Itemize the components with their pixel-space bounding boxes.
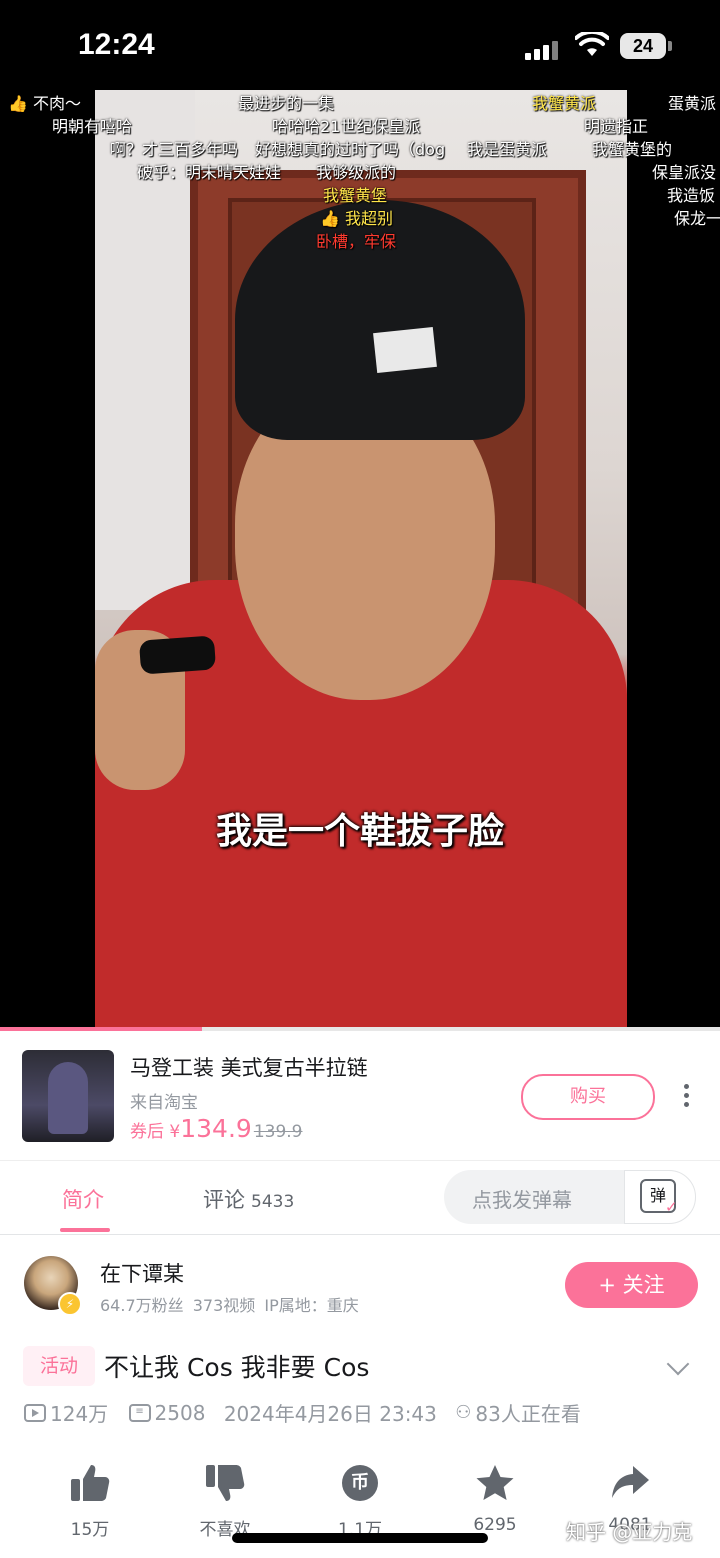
video-player[interactable]: 👍 不肉～ 最进步的一集 我蟹黄派 蛋黄派 明朝有嘻哈 哈哈哈21世纪保皇派 明… (0, 90, 720, 1030)
danmaku-item: 保皇派没 (652, 163, 717, 182)
thumbs-down-icon (206, 1465, 245, 1501)
star-icon (476, 1465, 514, 1500)
danmaku-item: 我是蛋黄派 (467, 140, 548, 159)
wifi-icon (575, 32, 609, 56)
danmaku-item: 保龙一 (674, 209, 720, 228)
danmaku-item: 我蟹黄堡 (323, 186, 388, 205)
more-options-icon[interactable] (678, 1084, 694, 1110)
uploader-row: ⚡ 在下谭某 64.7万粉丝 373视频 IP属地：重庆 + 关注 (0, 1240, 720, 1330)
danmaku-item: 好想想真的过时了吗（dog (255, 140, 446, 159)
product-price-row: 券后 ¥134.9 139.9 (130, 1114, 302, 1143)
publish-date: 2024年4月26日 23:43 (223, 1402, 437, 1426)
danmaku-item: 我够级派的 (316, 163, 397, 182)
video-meta-row: 124万 ≡ 2508 2024年4月26日 23:43 ⚇ 83人正在看 (24, 1398, 704, 1428)
thumbs-up-icon (71, 1465, 110, 1501)
danmaku-count: 2508 (154, 1400, 206, 1425)
fans-count: 64.7万粉丝 (100, 1296, 184, 1315)
verified-badge-icon: ⚡ (58, 1292, 82, 1316)
favorite-count: 6295 (473, 1515, 517, 1535)
viewers-icon: ⚇ (455, 1402, 472, 1423)
progress-fill (0, 1027, 202, 1031)
watching-count: 83人正在看 (475, 1402, 581, 1426)
danmaku-item: 哈哈哈21世纪保皇派 (272, 117, 421, 136)
danmaku-input[interactable]: 点我发弹幕 弹 ✓ (444, 1170, 696, 1224)
product-title[interactable]: 马登工装 美式复古半拉链 (130, 1052, 368, 1082)
hat-label (373, 326, 437, 374)
status-bar: 12:24 24 (0, 0, 720, 90)
product-source: 来自淘宝 (130, 1093, 198, 1113)
status-time: 12:24 (78, 28, 155, 61)
video-title: 不让我 Cos 我非要 Cos (104, 1353, 370, 1382)
danmaku-count-icon: ≡ (128, 1403, 151, 1422)
black-gadget (138, 635, 217, 675)
like-button[interactable]: 15万 (40, 1455, 140, 1540)
chevron-down-icon[interactable] (666, 1352, 690, 1376)
danmaku-item: 我造饭 (667, 186, 716, 205)
battery-nub (668, 41, 672, 51)
play-count: 124万 (50, 1402, 109, 1426)
video-subtitle: 我是一个鞋拔子脸 (215, 811, 504, 852)
zhihu-watermark: 知乎 @亚力克 (566, 1520, 693, 1544)
product-thumbnail[interactable] (22, 1050, 114, 1142)
product-price: 134.9 (180, 1114, 252, 1143)
video-count: 373视频 (192, 1296, 256, 1315)
danmaku-input-placeholder: 点我发弹幕 (472, 1188, 572, 1212)
battery-icon: 24 (620, 33, 666, 59)
danmaku-toggle-button[interactable]: 弹 ✓ (624, 1170, 696, 1224)
comments-count: 5433 (251, 1192, 295, 1212)
danmaku-item: 我蟹黄堡的 (592, 140, 673, 159)
play-count-icon (24, 1403, 46, 1422)
video-title-row[interactable]: 活动 不让我 Cos 我非要 Cos (0, 1342, 720, 1392)
buy-button[interactable]: 购买 (521, 1074, 655, 1120)
ip-location: IP属地：重庆 (264, 1296, 359, 1315)
danmaku-item: 明朝有嘻哈 (52, 117, 133, 136)
signal-icon (525, 38, 565, 60)
danmaku-item: 啊？才三百多年吗 (110, 140, 239, 159)
follow-button[interactable]: + 关注 (565, 1262, 698, 1308)
danmaku-item: 卧槽，牢保 (316, 232, 397, 251)
favorite-button[interactable]: 6295 (445, 1455, 545, 1535)
tab-intro[interactable]: 简介 (62, 1184, 104, 1214)
danmaku-item: 明遗指正 (584, 117, 649, 136)
like-count: 15万 (70, 1520, 110, 1540)
activity-tag[interactable]: 活动 (23, 1346, 95, 1386)
tab-bar: 简介 评论 5433 点我发弹幕 弹 ✓ (0, 1162, 720, 1235)
danmaku-item: 最进步的一集 (238, 94, 335, 113)
tab-comments[interactable]: 评论 5433 (203, 1184, 294, 1214)
video-progress-bar[interactable] (0, 1027, 720, 1031)
home-indicator[interactable] (232, 1533, 488, 1543)
coin-icon: 币 (342, 1465, 378, 1501)
tab-indicator (60, 1228, 110, 1232)
uploader-stats: 64.7万粉丝 373视频 IP属地：重庆 (100, 1292, 359, 1316)
coin-button[interactable]: 币 1.1万 (310, 1455, 410, 1540)
danmaku-item: 我蟹黄派 (532, 94, 597, 113)
check-icon: ✓ (665, 1198, 678, 1216)
price-label: 券后 ¥ (130, 1122, 181, 1142)
share-icon (612, 1466, 649, 1498)
danmaku-item: 蛋黄派 (668, 94, 717, 113)
dislike-button[interactable]: 不喜欢 (175, 1455, 275, 1540)
uploader-name[interactable]: 在下谭某 (100, 1258, 184, 1288)
danmaku-item: 👍 不肉～ (8, 94, 82, 113)
tab-comments-label: 评论 (203, 1188, 245, 1212)
danmaku-item: 👍 我超别 (320, 209, 394, 228)
danmaku-item: 破乎：明末晴天娃娃 (137, 163, 282, 182)
product-ad-card[interactable]: 马登工装 美式复古半拉链 来自淘宝 券后 ¥134.9 139.9 购买 (0, 1032, 720, 1161)
original-price: 139.9 (253, 1122, 303, 1142)
